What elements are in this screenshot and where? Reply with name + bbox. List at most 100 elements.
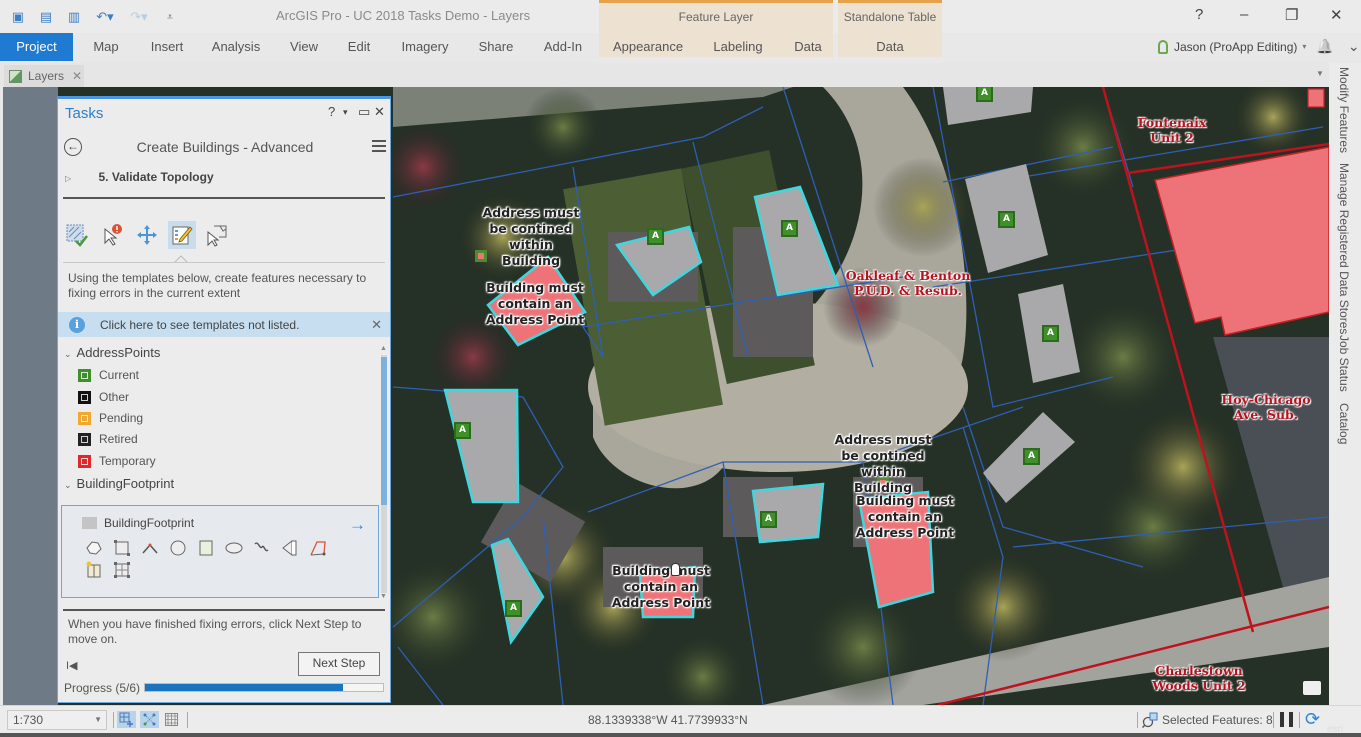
restore-button[interactable]: ❐ bbox=[1285, 6, 1298, 24]
circle-tool[interactable] bbox=[168, 538, 188, 558]
map-scale-dropdown[interactable]: 1:730 ▼ bbox=[7, 710, 107, 730]
address-point[interactable]: A bbox=[781, 220, 798, 237]
address-point[interactable]: A bbox=[998, 211, 1015, 228]
tab-layer-data[interactable]: Data bbox=[790, 33, 826, 61]
tab-view[interactable]: View bbox=[286, 33, 322, 61]
minimize-button[interactable]: – bbox=[1240, 6, 1248, 23]
tab-layers-map[interactable]: Layers ✕ bbox=[4, 65, 84, 87]
template-properties-arrow-icon[interactable]: → bbox=[349, 515, 366, 535]
pane-close-button[interactable]: ✕ bbox=[374, 104, 385, 120]
step-expander-icon[interactable]: ▷ bbox=[65, 174, 71, 183]
error-label-building-needs-address: Building must contain an Address Point bbox=[485, 280, 585, 328]
window-bottom-edge bbox=[0, 733, 1361, 737]
address-point[interactable]: A bbox=[1023, 448, 1040, 465]
tab-labeling[interactable]: Labeling bbox=[710, 33, 766, 61]
error-label-address-within-building: Address must be contined within Building bbox=[481, 205, 581, 269]
grid-toggle[interactable] bbox=[162, 711, 181, 728]
grid-tool[interactable] bbox=[112, 560, 132, 580]
snapping-toggle[interactable] bbox=[117, 711, 136, 728]
dock-tab-catalog[interactable]: Catalog bbox=[1337, 403, 1351, 444]
ellipse-tool[interactable] bbox=[224, 538, 244, 558]
validate-tool[interactable] bbox=[63, 221, 91, 249]
pane-options-button[interactable]: ▾ bbox=[343, 107, 348, 118]
right-angle-tool[interactable] bbox=[112, 538, 132, 558]
notification-bell-icon[interactable]: 🔔 bbox=[1316, 38, 1333, 55]
subdivision-label-oakleaf: Oakleaf & Benton P.U.D. & Resub. bbox=[845, 268, 971, 298]
next-step-button[interactable]: Next Step bbox=[298, 652, 380, 676]
address-point[interactable]: A bbox=[454, 422, 471, 439]
redo-icon[interactable]: ↷▾ bbox=[126, 8, 152, 26]
close-button[interactable]: ✕ bbox=[1330, 6, 1343, 24]
tab-map[interactable]: Map bbox=[88, 33, 124, 61]
tab-imagery[interactable]: Imagery bbox=[398, 33, 452, 61]
template-pending[interactable]: Pending bbox=[78, 411, 143, 425]
dock-tab-job-status[interactable]: Job Status bbox=[1337, 335, 1351, 392]
tab-share[interactable]: Share bbox=[475, 33, 517, 61]
template-group-addresspoints[interactable]: ⌄ AddressPoints bbox=[64, 345, 160, 360]
pause-drawing-button[interactable] bbox=[1280, 712, 1293, 727]
template-group-buildingfootprint[interactable]: ⌄ BuildingFootprint bbox=[64, 476, 174, 491]
address-point[interactable]: A bbox=[647, 228, 664, 245]
first-step-icon[interactable]: I◀ bbox=[66, 659, 78, 672]
dock-tab-modify-features[interactable]: Modify Features bbox=[1337, 67, 1351, 153]
tab-insert[interactable]: Insert bbox=[146, 33, 188, 61]
template-other[interactable]: Other bbox=[78, 390, 129, 404]
templates-scrollbar[interactable]: ▲ ▼ bbox=[380, 345, 388, 603]
new-project-icon[interactable]: ▣ bbox=[8, 8, 28, 26]
undo-icon[interactable]: ↶▾ bbox=[92, 8, 118, 26]
autocomplete-polygon-tool[interactable] bbox=[280, 538, 300, 558]
constraints-toggle[interactable] bbox=[140, 711, 159, 728]
freehand-tool[interactable] bbox=[252, 538, 272, 558]
address-point[interactable]: A bbox=[1042, 325, 1059, 342]
divider bbox=[63, 609, 385, 611]
pane-help-button[interactable]: ? bbox=[328, 104, 335, 119]
dismiss-info-icon[interactable]: ✕ bbox=[371, 317, 382, 333]
scroll-thumb[interactable] bbox=[381, 357, 387, 505]
tab-analysis[interactable]: Analysis bbox=[209, 33, 263, 61]
refresh-icon[interactable]: ⟳ bbox=[1305, 709, 1320, 730]
tab-project[interactable]: Project bbox=[0, 33, 73, 61]
dock-dropdown-icon[interactable]: ▼ bbox=[1316, 69, 1324, 78]
pane-maximize-button[interactable]: ▭ bbox=[358, 104, 370, 120]
tab-add-in[interactable]: Add-In bbox=[540, 33, 586, 61]
tab-edit[interactable]: Edit bbox=[344, 33, 374, 61]
template-retired[interactable]: Retired bbox=[78, 432, 138, 446]
dock-tab-manage-data-stores[interactable]: Manage Registered Data Stores bbox=[1337, 163, 1351, 334]
customize-qat-icon[interactable]: ⩡ bbox=[160, 8, 180, 26]
save-project-icon[interactable]: ▥ bbox=[64, 8, 84, 26]
template-current[interactable]: Current bbox=[78, 368, 139, 382]
move-tool[interactable] bbox=[133, 221, 161, 249]
templates-info-bar[interactable]: i Click here to see templates not listed… bbox=[58, 312, 390, 337]
polygon-tool[interactable] bbox=[84, 538, 104, 558]
scroll-down-icon[interactable]: ▼ bbox=[380, 593, 387, 600]
error-inspector-tool[interactable] bbox=[98, 221, 126, 249]
right-dock-tabs: Modify Features Manage Registered Data S… bbox=[1329, 63, 1361, 705]
divider bbox=[63, 197, 385, 199]
trace-tool[interactable] bbox=[308, 538, 328, 558]
rectangle-tool[interactable] bbox=[196, 538, 216, 558]
open-project-icon[interactable]: ▤ bbox=[36, 8, 56, 26]
split-tool[interactable] bbox=[84, 560, 104, 580]
task-menu-icon[interactable] bbox=[372, 140, 386, 152]
template-temporary[interactable]: Temporary bbox=[78, 454, 156, 468]
freehand-icon bbox=[254, 542, 269, 552]
template-buildingfootprint[interactable]: BuildingFootprint → bbox=[61, 505, 379, 598]
tab-appearance[interactable]: Appearance bbox=[610, 33, 686, 61]
expand-ribbon-icon[interactable]: ⌄ bbox=[1348, 38, 1360, 55]
selected-features-count[interactable]: Selected Features: 8 bbox=[1142, 712, 1273, 728]
address-point[interactable]: A bbox=[976, 87, 993, 102]
help-button[interactable]: ? bbox=[1195, 6, 1203, 23]
error-building-small[interactable] bbox=[1307, 88, 1325, 108]
info-bar-text[interactable]: Click here to see templates not listed. bbox=[100, 318, 299, 332]
address-point[interactable]: A bbox=[760, 511, 777, 528]
arc-tool[interactable] bbox=[140, 538, 160, 558]
create-features-tool[interactable] bbox=[168, 221, 196, 249]
close-tab-icon[interactable]: ✕ bbox=[72, 69, 82, 83]
user-account[interactable]: Jason (ProApp Editing) ▾ 🔔 ⌄ bbox=[1158, 38, 1360, 55]
modify-vertices-tool[interactable] bbox=[203, 221, 231, 249]
tab-table-data[interactable]: Data bbox=[872, 33, 908, 61]
address-point[interactable]: A bbox=[505, 600, 522, 617]
attribution-icon[interactable] bbox=[1303, 681, 1321, 695]
scroll-up-icon[interactable]: ▲ bbox=[380, 345, 387, 352]
current-step[interactable]: ▷ 5. Validate Topology bbox=[65, 170, 214, 184]
